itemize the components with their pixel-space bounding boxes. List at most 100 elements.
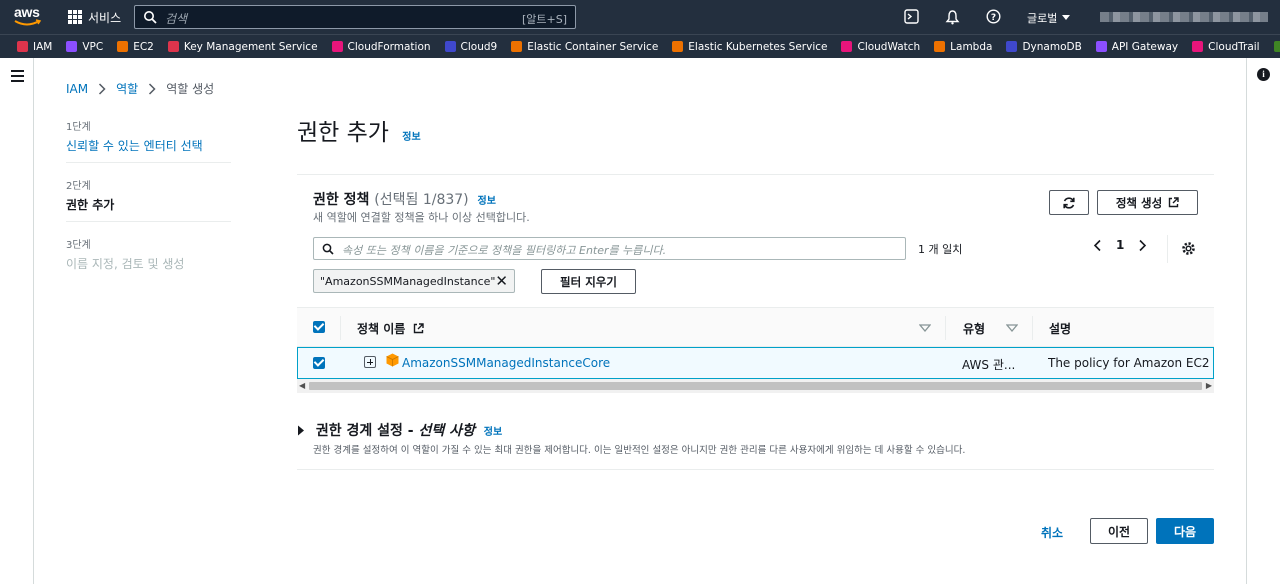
- boundary-info-link[interactable]: 정보: [484, 427, 502, 438]
- policy-filter-input[interactable]: 속성 또는 정책 이름을 기준으로 정책을 필터링하고 Enter를 누릅니다.: [313, 237, 906, 260]
- scroll-right-icon[interactable]: ▶: [1206, 381, 1212, 390]
- divider: [1167, 235, 1168, 263]
- favorite-api-gateway[interactable]: API Gateway: [1095, 40, 1179, 53]
- cancel-button[interactable]: 취소: [1041, 524, 1063, 541]
- search-shortcut: [알트+S]: [521, 13, 567, 26]
- favorite-label: CloudWatch: [857, 40, 921, 53]
- match-count: 1 개 일치: [918, 243, 963, 256]
- refresh-button[interactable]: [1049, 190, 1089, 215]
- favorite-vpc[interactable]: VPC: [66, 41, 103, 53]
- step-number: 2단계: [66, 181, 91, 192]
- favorite-cloudwatch[interactable]: CloudWatch: [841, 41, 920, 53]
- favorite-key-management-service[interactable]: Key Management Service: [167, 40, 318, 53]
- step-link-select-entity[interactable]: 신뢰할 수 있는 엔터티 선택: [66, 137, 231, 154]
- table-row[interactable]: AmazonSSMManagedInstanceCore AWS 관... Th…: [297, 347, 1214, 379]
- service-icon: [1006, 41, 1018, 52]
- policy-name-link[interactable]: AmazonSSMManagedInstanceCore: [402, 356, 610, 370]
- service-icon: [672, 41, 684, 52]
- column-header-type[interactable]: 유형: [963, 320, 985, 337]
- global-search-input[interactable]: 검색 [알트+S]: [134, 5, 576, 29]
- services-menu-button[interactable]: 서비스: [68, 8, 121, 26]
- external-link-icon: [413, 323, 424, 334]
- scrollbar-thumb[interactable]: [309, 382, 1202, 390]
- favorite-label: Elastic Container Service: [527, 40, 659, 53]
- policies-count: (선택됨 1/837): [374, 192, 469, 208]
- cloudshell-icon[interactable]: [904, 9, 919, 24]
- account-menu[interactable]: [1100, 12, 1268, 22]
- favorite-elastic-container-service[interactable]: Elastic Container Service: [511, 41, 658, 53]
- policy-description: The policy for Amazon EC2 Role: [1048, 356, 1214, 370]
- service-icon: [167, 41, 179, 52]
- favorite-ec2[interactable]: EC2: [117, 41, 154, 53]
- sort-caret-icon[interactable]: [1006, 324, 1018, 332]
- service-icon: [66, 41, 78, 52]
- column-header-description[interactable]: 설명: [1049, 320, 1071, 337]
- breadcrumb-iam[interactable]: IAM: [66, 82, 88, 96]
- policies-description: 새 역할에 연결할 정책을 하나 이상 선택합니다.: [313, 211, 530, 224]
- service-icon: [841, 41, 853, 52]
- favorite-s3[interactable]: S3: [1273, 41, 1280, 53]
- section-divider: [297, 469, 1214, 470]
- page-info-link[interactable]: 정보: [402, 132, 420, 143]
- help-icon[interactable]: ?: [986, 9, 1001, 24]
- column-divider: [340, 316, 341, 340]
- row-checkbox[interactable]: [313, 357, 325, 369]
- breadcrumb-create-role: 역할 생성: [166, 82, 215, 96]
- page-title-text: 권한 추가: [297, 120, 389, 146]
- clear-filter-label: 필터 지우기: [560, 274, 617, 289]
- svg-text:?: ?: [991, 13, 996, 23]
- permission-boundary-toggle[interactable]: 권한 경계 설정 - 선택 사항 정보: [297, 420, 502, 440]
- chevron-right-icon: [99, 82, 106, 95]
- service-icon: [1192, 41, 1204, 52]
- scroll-left-icon[interactable]: ◀: [299, 381, 305, 390]
- refresh-icon: [1063, 196, 1075, 209]
- favorite-label: IAM: [33, 40, 53, 53]
- page-number[interactable]: 1: [1116, 238, 1124, 252]
- next-button[interactable]: 다음: [1156, 518, 1214, 544]
- aws-logo[interactable]: aws: [14, 5, 44, 29]
- favorite-lambda[interactable]: Lambda: [934, 41, 992, 53]
- search-icon: [322, 243, 334, 255]
- boundary-title: 권한 경계 설정 -: [315, 423, 419, 439]
- breadcrumb-roles[interactable]: 역할: [116, 80, 138, 97]
- favorite-label: VPC: [82, 40, 104, 53]
- favorite-dynamodb[interactable]: DynamoDB: [1006, 41, 1082, 53]
- bell-icon[interactable]: [945, 9, 960, 25]
- boundary-description: 권한 경계를 설정하여 이 역할이 가질 수 있는 최대 권한을 제어합니다. …: [313, 445, 966, 456]
- search-placeholder: 검색: [165, 12, 188, 26]
- favorite-cloudtrail[interactable]: CloudTrail: [1192, 41, 1260, 53]
- favorite-cloud9[interactable]: Cloud9: [444, 41, 497, 53]
- favorite-label: Lambda: [950, 40, 993, 53]
- clear-filter-button[interactable]: 필터 지우기: [541, 269, 636, 294]
- info-icon[interactable]: i: [1257, 68, 1270, 81]
- settings-gear-icon[interactable]: [1181, 241, 1196, 256]
- favorite-label: API Gateway: [1111, 40, 1179, 53]
- sort-caret-icon[interactable]: [919, 324, 931, 332]
- policies-info-link[interactable]: 정보: [478, 196, 496, 207]
- wizard-step-3: 3단계 이름 지정, 검토 및 생성: [66, 236, 231, 272]
- step-label-review-create: 이름 지정, 검토 및 생성: [66, 257, 185, 271]
- policies-title: 권한 정책: [313, 192, 370, 208]
- chevron-right-icon[interactable]: [1138, 239, 1147, 252]
- service-icon: [511, 41, 523, 52]
- help-panel-rail: i: [1246, 58, 1280, 584]
- column-header-policy-name[interactable]: 정책 이름: [357, 320, 424, 337]
- previous-button[interactable]: 이전: [1090, 518, 1148, 544]
- chevron-left-icon[interactable]: [1093, 239, 1102, 252]
- managed-policy-icon: [386, 353, 399, 367]
- create-policy-button[interactable]: 정책 생성: [1097, 190, 1198, 215]
- favorite-label: Key Management Service: [183, 40, 318, 53]
- select-all-checkbox[interactable]: [313, 321, 325, 333]
- caret-down-icon: [1062, 15, 1071, 20]
- favorite-elastic-kubernetes-service[interactable]: Elastic Kubernetes Service: [672, 41, 827, 53]
- favorite-iam[interactable]: IAM: [17, 41, 52, 53]
- side-nav-rail: [0, 58, 34, 584]
- favorite-cloudformation[interactable]: CloudFormation: [331, 41, 431, 53]
- menu-icon[interactable]: [11, 70, 24, 85]
- close-icon[interactable]: ✕: [495, 272, 508, 290]
- step-label-add-permissions: 권한 추가: [66, 198, 115, 212]
- horizontal-scrollbar[interactable]: ◀ ▶: [297, 379, 1214, 393]
- column-divider: [945, 316, 946, 340]
- expand-icon[interactable]: [364, 356, 376, 368]
- region-selector[interactable]: 글로벌: [1027, 10, 1071, 26]
